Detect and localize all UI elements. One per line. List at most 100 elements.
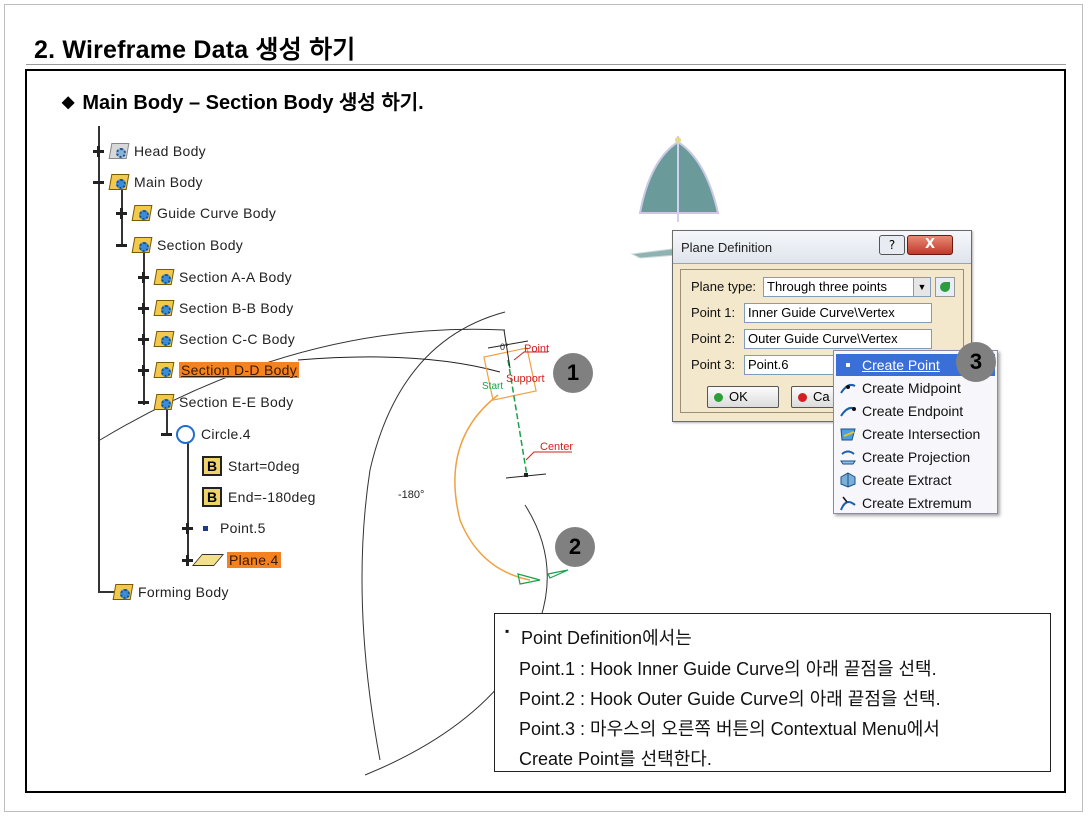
point-tag: Point <box>524 343 549 355</box>
body-gear-icon <box>153 392 175 412</box>
expand-icon[interactable] <box>182 554 193 566</box>
tree-trunk <box>98 126 100 592</box>
expand-icon[interactable] <box>138 271 149 283</box>
expand-icon[interactable] <box>138 364 149 376</box>
body-gear-icon <box>112 582 134 602</box>
instruction-note: ▪ Point Definition에서는 Point.1 : Hook Inn… <box>494 613 1051 772</box>
projection-icon <box>840 450 856 465</box>
tree-label: Section A-A Body <box>179 269 292 285</box>
tree-item-section-d-d-body[interactable]: Section D-D Body <box>138 358 300 382</box>
tree-label: Point.5 <box>220 520 266 536</box>
chevron-down-icon[interactable]: ▼ <box>913 278 930 296</box>
leaf-icon[interactable] <box>935 277 955 297</box>
collapse-icon[interactable] <box>93 177 104 188</box>
expand-icon[interactable] <box>93 145 104 157</box>
menu-label: Create Point <box>862 357 940 373</box>
point3-field[interactable]: Point.6 <box>744 355 838 375</box>
tree-item-end-angle[interactable]: B End=-180deg <box>202 485 316 509</box>
midpoint-icon <box>840 383 856 394</box>
plane-icon <box>191 554 225 566</box>
tree-label: End=-180deg <box>228 489 316 505</box>
tree-item-section-c-c-body[interactable]: Section C-C Body <box>138 327 295 351</box>
point-icon <box>840 357 856 373</box>
point1-field[interactable]: Inner Guide Curve\Vertex <box>744 303 932 323</box>
tree-item-plane-4[interactable]: Plane.4 <box>182 548 281 572</box>
close-button[interactable]: X <box>907 235 953 255</box>
tree-label: Head Body <box>134 143 206 159</box>
plane-type-select[interactable]: Through three points ▼ <box>763 277 931 297</box>
extract-icon <box>840 472 856 488</box>
circle-icon <box>176 424 195 444</box>
body-gear-icon <box>153 298 175 318</box>
tree-label-selected: Plane.4 <box>227 552 281 568</box>
tree-label: Circle.4 <box>201 426 251 442</box>
left-arc <box>361 311 506 761</box>
tree-label: Section E-E Body <box>179 394 294 410</box>
tree-item-guide-curve-body[interactable]: Guide Curve Body <box>116 201 276 225</box>
extremum-icon <box>840 496 856 511</box>
parameter-b-icon: B <box>202 456 222 476</box>
tree-item-point-5[interactable]: Point.5 <box>182 516 266 540</box>
center-leader <box>525 451 572 461</box>
menu-label: Create Extract <box>862 472 952 488</box>
dialog-titlebar[interactable]: Plane Definition ? X <box>673 231 971 264</box>
center-tag: Center <box>540 441 573 453</box>
menu-item-create-extremum[interactable]: Create Extremum <box>836 492 995 514</box>
note-line-4: Point.3 : 마우스의 오른쪽 버튼의 Contextual Menu에서 <box>519 719 940 739</box>
menu-label: Create Extremum <box>862 495 972 511</box>
tree-item-section-a-a-body[interactable]: Section A-A Body <box>138 265 292 289</box>
collapse-icon[interactable] <box>161 429 172 440</box>
tree-item-section-e-e-body[interactable]: Section E-E Body <box>138 390 294 414</box>
tree-item-section-b-b-body[interactable]: Section B-B Body <box>138 296 294 320</box>
tree-item-forming-body[interactable]: Forming Body <box>112 580 229 604</box>
expand-icon[interactable] <box>116 207 127 219</box>
ok-button[interactable]: OK <box>707 386 779 408</box>
collapse-icon[interactable] <box>138 397 149 408</box>
ok-label: OK <box>729 389 748 404</box>
note-line-2: Point.1 : Hook Inner Guide Curve의 아래 끝점을… <box>519 659 937 679</box>
tree-label: Section B-B Body <box>179 300 294 316</box>
end-arrow <box>517 573 541 585</box>
point1-label: Point 1: <box>691 305 736 320</box>
cancel-label: Ca <box>813 389 830 404</box>
expand-icon[interactable] <box>182 522 193 534</box>
tree-item-main-body[interactable]: Main Body <box>93 170 203 194</box>
expand-icon[interactable] <box>138 302 149 314</box>
support-tag: Support <box>506 373 545 385</box>
point-icon <box>203 525 208 531</box>
center-marker <box>524 473 528 477</box>
menu-item-create-intersection[interactable]: Create Intersection <box>836 423 995 445</box>
menu-item-create-projection[interactable]: Create Projection <box>836 446 995 468</box>
note-line-3: Point.2 : Hook Outer Guide Curve의 아래 끝점을… <box>519 689 941 709</box>
endpoint-icon <box>840 406 856 417</box>
start-tag: Start <box>482 381 503 392</box>
note-line-1: Point Definition에서는 <box>521 628 692 648</box>
tree-item-section-body[interactable]: Section Body <box>116 233 243 257</box>
intersection-icon <box>840 428 856 441</box>
tree-item-start-angle[interactable]: B Start=0deg <box>202 454 300 478</box>
help-button[interactable]: ? <box>879 235 905 255</box>
tree-label: Start=0deg <box>228 458 300 474</box>
cancel-button[interactable]: Ca <box>791 386 839 408</box>
menu-label: Create Projection <box>862 449 971 465</box>
square-bullet-icon: ▪ <box>505 624 510 638</box>
tree-item-circle-4[interactable]: Circle.4 <box>161 422 251 446</box>
menu-label: Create Endpoint <box>862 403 964 419</box>
body-gear-icon <box>153 360 175 380</box>
tree-label: Section C-C Body <box>179 331 296 347</box>
tree-item-head-body[interactable]: Head Body <box>93 139 206 163</box>
tree-branch <box>187 437 189 563</box>
menu-item-create-extract[interactable]: Create Extract <box>836 469 995 491</box>
body-gear-icon <box>153 267 175 287</box>
parameter-b-icon: B <box>202 487 222 507</box>
note-line-5: Create Point를 선택한다. <box>519 749 712 769</box>
menu-item-create-endpoint[interactable]: Create Endpoint <box>836 400 995 422</box>
callout-2: 2 <box>555 527 595 567</box>
expand-icon[interactable] <box>138 333 149 345</box>
collapse-icon[interactable] <box>116 240 127 251</box>
callout-3: 3 <box>956 342 996 382</box>
menu-label: Create Midpoint <box>862 380 961 396</box>
shape-apex <box>675 137 681 143</box>
ok-led-icon <box>714 393 723 402</box>
point2-field[interactable]: Outer Guide Curve\Vertex <box>744 329 932 349</box>
